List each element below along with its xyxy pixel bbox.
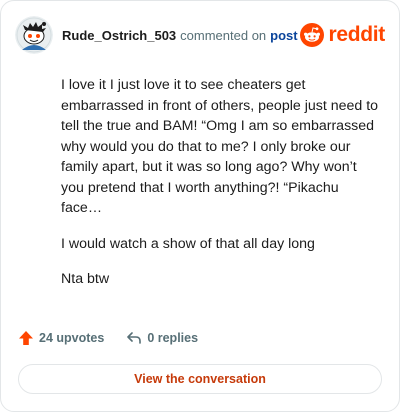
user-avatar[interactable] xyxy=(15,16,53,54)
comment-header: Rude_Ostrich_503 commented on post reddi… xyxy=(15,13,385,57)
reddit-brand[interactable]: reddit xyxy=(300,23,385,47)
comment-paragraph: I love it I just love it to see cheaters… xyxy=(61,77,379,216)
comment-footer: 24 upvotes 0 replies xyxy=(18,330,198,346)
comment-card: Rude_Ostrich_503 commented on post reddi… xyxy=(0,0,400,412)
reply-icon xyxy=(127,332,142,344)
reddit-logo-icon xyxy=(300,23,325,47)
action-text: commented on xyxy=(180,27,267,43)
comment-paragraph: I would watch a show of that all day lon… xyxy=(61,235,315,252)
comment-meta: Rude_Ostrich_503 commented on post xyxy=(62,28,298,43)
comment-body: I love it I just love it to see cheaters… xyxy=(61,75,381,305)
reddit-wordmark: reddit xyxy=(328,23,385,46)
upvote-arrow-icon xyxy=(19,331,33,345)
view-conversation-button[interactable]: View the conversation xyxy=(18,364,382,394)
reply-button[interactable]: 0 replies xyxy=(126,330,198,346)
post-link[interactable]: post xyxy=(270,28,297,43)
username[interactable]: Rude_Ostrich_503 xyxy=(62,28,176,43)
reply-count: 0 replies xyxy=(147,331,199,345)
snoo-avatar-icon xyxy=(15,16,53,54)
comment-paragraph: Nta btw xyxy=(61,271,110,287)
upvote-button[interactable]: 24 upvotes xyxy=(18,330,104,346)
upvote-count: 24 upvotes xyxy=(39,331,105,345)
